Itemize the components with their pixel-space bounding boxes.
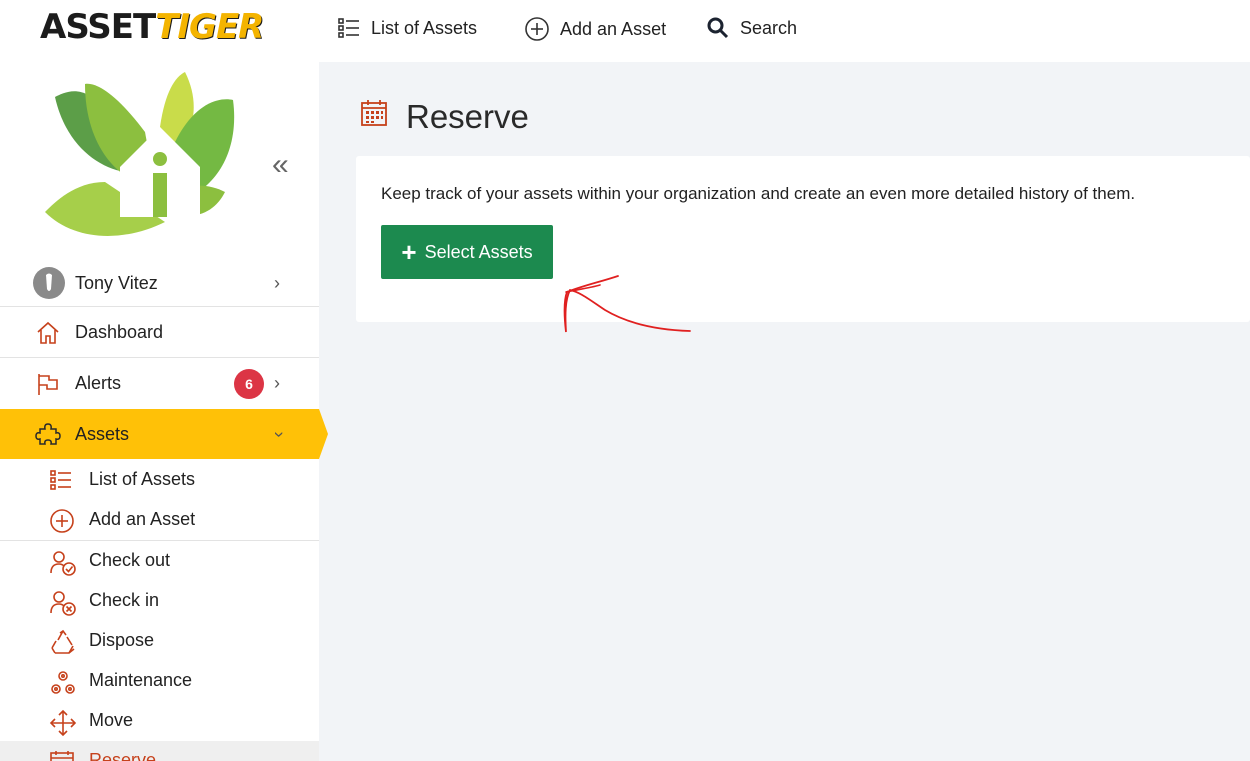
sidebar-subitem-reserve[interactable]: Reserve bbox=[0, 741, 319, 761]
move-arrows-icon bbox=[49, 709, 77, 742]
sidebar-subitem-label: Reserve bbox=[89, 750, 157, 761]
plus-icon: + bbox=[401, 237, 417, 267]
sidebar-subitem-label: List of Assets bbox=[89, 469, 196, 489]
gears-icon bbox=[49, 669, 77, 702]
search-icon bbox=[706, 16, 730, 40]
puzzle-icon bbox=[35, 421, 61, 447]
user-check-icon bbox=[49, 549, 77, 582]
sidebar-subitem-label: Check in bbox=[89, 590, 160, 610]
sidebar-collapse-button[interactable]: « bbox=[272, 150, 289, 180]
sidebar-item-assets[interactable]: Assets › bbox=[0, 409, 328, 459]
alerts-count-badge: 6 bbox=[234, 368, 264, 399]
topnav-search-label: Search bbox=[740, 17, 798, 38]
sidebar-subitem-check-out[interactable]: Check out bbox=[0, 541, 319, 581]
sidebar-subitem-maintenance[interactable]: Maintenance bbox=[0, 661, 319, 701]
topnav-search[interactable]: Search bbox=[706, 16, 797, 40]
sidebar-subitem-check-in[interactable]: Check in bbox=[0, 581, 319, 621]
reserve-card: Keep track of your assets within your or… bbox=[356, 156, 1250, 322]
avatar bbox=[33, 267, 65, 299]
chevron-right-icon: › bbox=[274, 373, 280, 393]
user-name: Tony Vitez bbox=[75, 272, 158, 293]
list-icon bbox=[49, 468, 73, 497]
sidebar-item-alerts[interactable]: Alerts 6 › bbox=[0, 358, 319, 409]
calendar-icon bbox=[49, 749, 75, 761]
flag-icon bbox=[35, 371, 61, 397]
list-icon bbox=[337, 16, 361, 40]
sidebar-user[interactable]: Tony Vitez › bbox=[0, 264, 319, 302]
user-x-icon bbox=[49, 589, 77, 622]
chevron-down-icon: › bbox=[269, 431, 290, 437]
sidebar-subitem-list-of-assets[interactable]: List of Assets bbox=[0, 460, 319, 500]
top-navbar: ASSET TIGER List of Assets Add an Asset S… bbox=[0, 0, 1250, 62]
brand-logo[interactable]: ASSET TIGER bbox=[40, 7, 264, 47]
page-title: Reserve bbox=[406, 98, 529, 135]
page-header-icon-wrap bbox=[360, 98, 388, 133]
sidebar-item-dashboard[interactable]: Dashboard bbox=[0, 307, 319, 358]
sidebar-subitem-label: Move bbox=[89, 710, 134, 730]
sidebar-subitem-label: Maintenance bbox=[89, 670, 193, 690]
organization-logo bbox=[45, 72, 240, 242]
sidebar-subitem-label: Check out bbox=[89, 550, 171, 570]
select-assets-label: Select Assets bbox=[424, 241, 533, 262]
sidebar-subitem-move[interactable]: Move bbox=[0, 701, 319, 741]
sidebar-subitem-label: Dispose bbox=[89, 630, 155, 650]
reserve-description: Keep track of your assets within your or… bbox=[381, 184, 1136, 203]
sidebar-subitem-dispose[interactable]: Dispose bbox=[0, 621, 319, 661]
plus-circle-icon bbox=[524, 16, 550, 42]
sidebar-item-label: Dashboard bbox=[75, 322, 164, 342]
sidebar-item-label: Alerts bbox=[75, 373, 122, 393]
plus-circle-icon bbox=[49, 508, 75, 539]
home-icon bbox=[35, 320, 61, 346]
recycle-icon bbox=[49, 629, 77, 662]
select-assets-button[interactable]: + Select Assets bbox=[381, 225, 553, 279]
calendar-icon bbox=[360, 98, 388, 133]
sidebar-item-label: Assets bbox=[75, 423, 130, 444]
topnav-add-asset[interactable]: Add an Asset bbox=[524, 16, 666, 42]
sidebar-subitem-label: Add an Asset bbox=[89, 509, 196, 529]
topnav-add-label: Add an Asset bbox=[560, 18, 667, 39]
brand-logo-part1: ASSET bbox=[40, 7, 156, 47]
topnav-list-label: List of Assets bbox=[371, 17, 478, 38]
sidebar-subitem-add-asset[interactable]: Add an Asset bbox=[0, 500, 319, 540]
sidebar: « Tony Vitez › Dashboard Alerts 6 › Asse… bbox=[0, 62, 328, 761]
brand-logo-part2: TIGER bbox=[155, 7, 264, 47]
chevron-right-icon: › bbox=[274, 272, 280, 293]
topnav-list-of-assets[interactable]: List of Assets bbox=[337, 16, 477, 40]
